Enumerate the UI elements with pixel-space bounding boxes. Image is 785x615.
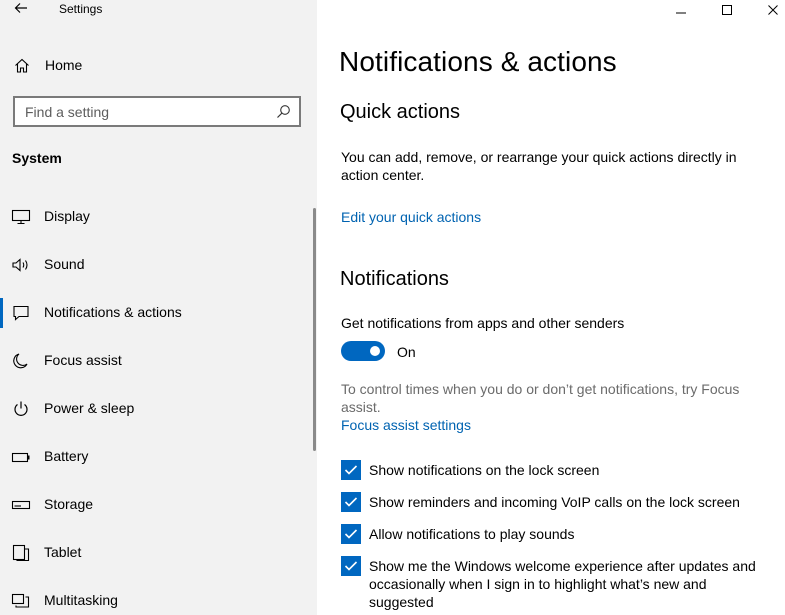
message-icon — [13, 305, 29, 321]
sidebar-item-multitasking[interactable]: Multitasking — [0, 579, 313, 615]
sidebar-item-label: Display — [44, 208, 90, 224]
checkmark-icon — [344, 465, 358, 475]
sidebar-item-label: Tablet — [44, 544, 82, 560]
home-label: Home — [45, 57, 83, 73]
moon-icon — [13, 353, 28, 369]
focus-assist-settings-link[interactable]: Focus assist settings — [341, 417, 471, 433]
checkbox[interactable] — [341, 492, 361, 512]
monitor-icon — [11, 209, 31, 225]
back-arrow-icon — [14, 3, 27, 13]
checkbox-label: Allow notifications to play sounds — [369, 526, 575, 542]
minimize-button[interactable] — [658, 0, 704, 20]
sidebar-item-display[interactable]: Display — [0, 195, 313, 239]
sidebar-item-label: Power & sleep — [44, 400, 135, 416]
notifications-heading: Notifications — [340, 268, 449, 290]
sidebar-item-storage[interactable]: Storage — [0, 483, 313, 527]
toggle-knob — [370, 346, 380, 356]
maximize-icon — [722, 5, 732, 15]
checkbox[interactable] — [341, 524, 361, 544]
maximize-button[interactable] — [704, 0, 750, 20]
back-button[interactable] — [12, 0, 30, 16]
search-icon[interactable] — [276, 104, 291, 119]
speaker-icon — [12, 258, 28, 272]
checkbox-label: Show me the Windows welcome experience a… — [369, 558, 756, 610]
multitasking-icon — [11, 593, 30, 608]
close-icon — [768, 5, 778, 15]
edit-quick-actions-link[interactable]: Edit your quick actions — [341, 209, 481, 225]
selected-indicator — [0, 298, 3, 328]
section-title: System — [12, 150, 62, 166]
sidebar: Settings Home Find a setting System Disp… — [0, 0, 317, 615]
notifications-toggle[interactable] — [341, 341, 385, 361]
home-icon — [15, 58, 29, 73]
search-placeholder: Find a setting — [25, 104, 110, 120]
focus-assist-hint: To control times when you do or don’t ge… — [341, 381, 740, 415]
app-title: Settings — [59, 2, 103, 16]
checkmark-icon — [344, 561, 358, 571]
sidebar-scrollbar[interactable] — [313, 208, 316, 451]
search-input[interactable]: Find a setting — [13, 96, 301, 127]
sidebar-item-notifications[interactable]: Notifications & actions — [0, 291, 313, 335]
checkmark-icon — [344, 497, 358, 507]
checkbox-label: Show notifications on the lock screen — [369, 462, 600, 478]
sidebar-item-label: Notifications & actions — [44, 304, 182, 320]
sidebar-item-power-sleep[interactable]: Power & sleep — [0, 387, 313, 431]
storage-icon — [11, 500, 31, 510]
tablet-icon — [12, 544, 30, 562]
page-title: Notifications & actions — [339, 46, 617, 77]
sidebar-item-tablet[interactable]: Tablet — [0, 531, 313, 575]
sidebar-item-battery[interactable]: Battery — [0, 435, 313, 479]
minimize-icon — [676, 12, 686, 14]
sidebar-item-label: Battery — [44, 448, 89, 464]
main-content: Notifications & actions Quick actions Yo… — [317, 0, 785, 615]
sidebar-item-sound[interactable]: Sound — [0, 243, 313, 287]
sidebar-item-label: Storage — [44, 496, 94, 512]
notifications-toggle-caption: Get notifications from apps and other se… — [341, 315, 625, 331]
close-button[interactable] — [750, 0, 785, 20]
sidebar-item-label: Sound — [44, 256, 85, 272]
quick-actions-description: You can add, remove, or rearrange your q… — [341, 149, 737, 183]
sidebar-item-focus-assist[interactable]: Focus assist — [0, 339, 313, 383]
quick-actions-heading: Quick actions — [340, 101, 461, 123]
toggle-state-label: On — [397, 344, 416, 360]
sidebar-home[interactable]: Home — [0, 54, 317, 78]
sidebar-item-label: Focus assist — [44, 352, 122, 368]
battery-icon — [11, 452, 30, 463]
title-bar: Settings — [0, 0, 317, 20]
checkbox-label: Show reminders and incoming VoIP calls o… — [369, 494, 740, 510]
checkbox[interactable] — [341, 460, 361, 480]
sidebar-item-label: Multitasking — [44, 592, 118, 608]
power-icon — [14, 401, 28, 416]
checkbox[interactable] — [341, 556, 361, 576]
checkmark-icon — [344, 529, 358, 539]
